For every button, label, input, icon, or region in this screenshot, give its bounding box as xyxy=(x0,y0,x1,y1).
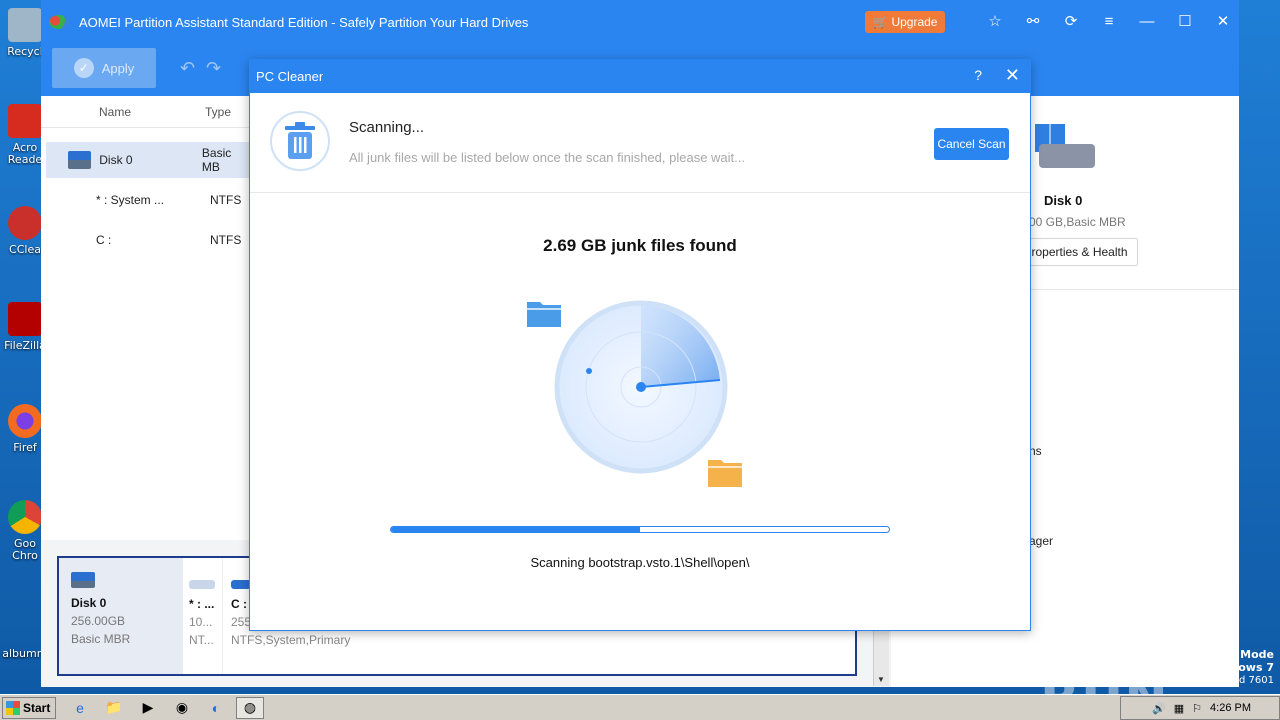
pc-cleaner-dialog: PC Cleaner ? ✕ Scanning... All junk file… xyxy=(249,59,1031,631)
row-name: Disk 0 xyxy=(99,153,133,167)
orange-folder-icon xyxy=(708,460,742,487)
filezilla-icon xyxy=(8,302,42,336)
media-player-icon[interactable]: ▶ xyxy=(134,697,162,719)
start-label: Start xyxy=(23,700,51,715)
row-type: NTFS xyxy=(210,193,242,207)
chrome-taskbar-icon[interactable]: ◉ xyxy=(168,697,196,719)
scroll-down-icon[interactable]: ▼ xyxy=(877,675,885,684)
dialog-close-icon[interactable]: ✕ xyxy=(1005,65,1020,86)
ccleaner-icon xyxy=(8,206,42,240)
network-icon[interactable]: ▦ xyxy=(1174,702,1184,715)
recycle-bin-icon xyxy=(8,8,42,42)
refresh-icon[interactable]: ⟳ xyxy=(1061,12,1081,32)
window-title: AOMEI Partition Assistant Standard Editi… xyxy=(79,14,529,30)
disk-map-name: Disk 0 xyxy=(71,596,107,610)
apply-button[interactable]: ✓ Apply xyxy=(52,48,156,88)
close-icon[interactable]: ✕ xyxy=(1213,12,1233,32)
windows-flag-icon xyxy=(6,700,20,715)
side-menu-item[interactable]: ager xyxy=(1029,534,1053,548)
disk-name: Disk 0 xyxy=(1044,193,1083,208)
desktop-icon-label: Firef xyxy=(13,441,37,454)
desktop-icon-label: Goo Chro xyxy=(12,537,38,562)
partition-usage-bar xyxy=(231,580,251,589)
disk-icon xyxy=(68,151,92,169)
partition-fs: NTFS,System,Primary xyxy=(231,633,351,647)
edge-icon[interactable]: ◐ xyxy=(202,697,230,719)
properties-health-button[interactable]: roperties & Health xyxy=(1021,238,1138,266)
flag-icon[interactable]: ⚐ xyxy=(1192,702,1202,715)
row-type: NTFS xyxy=(210,233,242,247)
column-name[interactable]: Name xyxy=(99,105,205,119)
dialog-title: PC Cleaner xyxy=(256,69,324,84)
share-icon[interactable]: ⚯ xyxy=(1023,12,1043,32)
cart-icon: 🛒 xyxy=(872,15,888,29)
partition-name: * : ... xyxy=(189,597,215,611)
desktop-icon-label: CClea xyxy=(9,243,41,256)
disk-small-icon xyxy=(71,572,95,588)
start-button[interactable]: Start xyxy=(2,696,56,719)
list-header: Name Type xyxy=(41,96,251,128)
row-name: C : xyxy=(96,233,112,247)
list-row-system[interactable]: * : System ... NTFS xyxy=(46,182,251,218)
blue-folder-icon xyxy=(527,302,561,327)
apply-label: Apply xyxy=(101,60,135,76)
scan-current-path: Scanning bootstrap.vsto.1\Shell\open\ xyxy=(530,555,750,570)
disk-desc: 00 GB,Basic MBR xyxy=(1029,215,1126,229)
desktop-icon-label: Recycl xyxy=(7,45,43,58)
redo-icon[interactable]: ↷ xyxy=(206,58,221,79)
desktop-icon-label: Acro Reade xyxy=(7,141,43,166)
row-type: Basic MB xyxy=(201,146,232,174)
trash-icon xyxy=(270,111,330,171)
check-icon: ✓ xyxy=(73,58,94,78)
vertical-scrollbar[interactable]: ▼ xyxy=(873,630,889,686)
explorer-icon[interactable]: 📁 xyxy=(100,697,128,719)
partition-fs: NT... xyxy=(189,633,214,647)
system-tray: 🔊 ▦ ⚐ 4:26 PM xyxy=(1120,696,1280,720)
row-name: * : System ... xyxy=(96,193,165,207)
disk-map-size: 256.00GB xyxy=(71,614,126,628)
undo-icon[interactable]: ↶ xyxy=(180,58,195,79)
maximize-icon[interactable]: ☐ xyxy=(1175,12,1195,32)
star-icon[interactable]: ☆ xyxy=(985,12,1005,32)
partition-size: 10... xyxy=(189,615,213,629)
disk-map-info: Disk 0 256.00GB Basic MBR xyxy=(59,558,183,674)
minimize-icon[interactable]: — xyxy=(1137,12,1157,32)
dialog-title-bar: PC Cleaner ? ✕ xyxy=(250,60,1030,93)
disk-properties-panel: Disk 0 00 GB,Basic MBR roperties & Healt… xyxy=(1021,96,1239,686)
volume-icon[interactable]: 🔊 xyxy=(1152,702,1166,715)
upgrade-button[interactable]: 🛒 Upgrade xyxy=(865,11,945,33)
disk-map-type: Basic MBR xyxy=(71,632,131,646)
scan-progress-fill xyxy=(391,527,640,532)
divider xyxy=(1031,289,1239,290)
partition-block-system[interactable]: * : ... 10... NT... xyxy=(183,558,223,674)
partition-list: Name Type Disk 0 Basic MB * : System ...… xyxy=(41,96,251,540)
list-row-disk-0[interactable]: Disk 0 Basic MB xyxy=(46,142,251,178)
scan-status-subtitle: All junk files will be listed below once… xyxy=(349,150,745,165)
column-type[interactable]: Type xyxy=(205,105,231,119)
app-logo-icon xyxy=(49,15,69,29)
taskbar: Start e 📁 ▶ ◉ ◐ ◍ 🔊 ▦ ⚐ 4:26 PM xyxy=(0,694,1280,720)
list-row-c[interactable]: C : NTFS xyxy=(46,222,251,258)
partition-usage-bar xyxy=(189,580,215,589)
upgrade-label: Upgrade xyxy=(891,15,938,29)
desktop-icon-label: FileZilla xyxy=(4,339,46,352)
cancel-scan-button[interactable]: Cancel Scan xyxy=(934,128,1009,160)
firefox-icon xyxy=(8,404,42,438)
menu-icon[interactable]: ≡ xyxy=(1099,12,1119,32)
disk-drive-icon xyxy=(1035,124,1095,172)
scan-status-title: Scanning... xyxy=(349,119,425,136)
dialog-header: Scanning... All junk files will be liste… xyxy=(250,93,1030,193)
scan-progress-bar xyxy=(390,526,890,533)
aomei-taskbar-icon[interactable]: ◍ xyxy=(236,696,264,719)
chrome-icon xyxy=(8,500,42,534)
junk-found-text: 2.69 GB junk files found xyxy=(543,236,737,255)
acrobat-icon xyxy=(8,104,42,138)
title-bar: AOMEI Partition Assistant Standard Editi… xyxy=(41,0,1239,44)
help-icon[interactable]: ? xyxy=(974,67,982,83)
ie-icon[interactable]: e xyxy=(66,697,94,719)
clock[interactable]: 4:26 PM xyxy=(1210,702,1251,714)
